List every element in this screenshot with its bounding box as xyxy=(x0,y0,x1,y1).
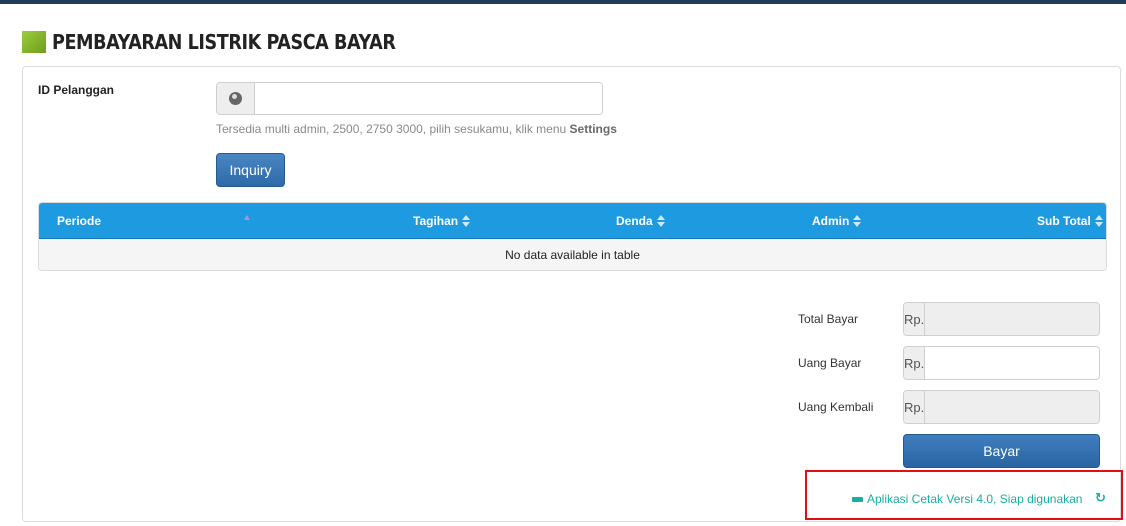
total-bayar-input xyxy=(925,303,1099,335)
settings-link-text: Settings xyxy=(569,122,617,136)
sort-icon xyxy=(853,215,862,227)
print-status-link[interactable]: Aplikasi Cetak Versi 4.0, Siap digunakan xyxy=(852,492,1082,506)
uang-bayar-label: Uang Bayar xyxy=(798,356,862,370)
sort-asc-icon xyxy=(244,215,250,220)
page-title: PEMBAYARAN LISTRIK PASCA BAYAR xyxy=(52,30,396,54)
column-admin-label: Admin xyxy=(812,214,850,228)
column-periode[interactable]: Periode xyxy=(57,203,101,239)
help-text: Tersedia multi admin, 2500, 2750 3000, p… xyxy=(216,122,617,136)
sort-icon xyxy=(656,215,665,227)
help-text-body: Tersedia multi admin, 2500, 2750 3000, p… xyxy=(216,122,570,136)
currency-addon: Rp. xyxy=(904,303,926,335)
currency-addon: Rp. xyxy=(904,391,926,423)
total-bayar-group: Rp. xyxy=(903,302,1100,336)
column-periode-label: Periode xyxy=(57,214,102,228)
uang-bayar-group: Rp. xyxy=(903,346,1100,380)
column-subtotal[interactable]: Sub Total xyxy=(1037,203,1103,239)
column-denda[interactable]: Denda xyxy=(616,203,665,239)
top-bar xyxy=(0,0,1126,4)
inquiry-button[interactable]: Inquiry xyxy=(216,153,285,187)
column-admin[interactable]: Admin xyxy=(812,203,862,239)
id-pelanggan-group xyxy=(216,82,603,115)
sort-icon xyxy=(462,215,471,227)
empty-row: No data available in table xyxy=(39,239,1106,270)
sort-icon xyxy=(1094,215,1103,227)
id-pelanggan-input[interactable] xyxy=(255,83,602,114)
globe-icon xyxy=(229,92,242,105)
table-header: Periode Tagihan Denda Admin Sub Total xyxy=(39,203,1106,239)
uang-bayar-input[interactable] xyxy=(925,347,1099,379)
column-tagihan-label: Tagihan xyxy=(413,214,459,228)
refresh-icon[interactable]: ↻ xyxy=(1095,492,1106,506)
globe-addon xyxy=(217,83,255,114)
uang-kembali-group: Rp. xyxy=(903,390,1100,424)
printer-icon xyxy=(852,494,863,506)
column-denda-label: Denda xyxy=(616,214,653,228)
print-status-text: Aplikasi Cetak Versi 4.0, Siap digunakan xyxy=(867,492,1083,506)
page-header: PEMBAYARAN LISTRIK PASCA BAYAR xyxy=(22,30,442,54)
total-bayar-label: Total Bayar xyxy=(798,312,859,326)
id-pelanggan-label: ID Pelanggan xyxy=(38,83,115,97)
currency-addon: Rp. xyxy=(904,347,926,379)
column-tagihan[interactable]: Tagihan xyxy=(413,203,471,239)
billing-table: Periode Tagihan Denda Admin Sub Total No… xyxy=(38,202,1107,271)
uang-kembali-input xyxy=(925,391,1099,423)
column-subtotal-label: Sub Total xyxy=(1037,214,1091,228)
title-square-icon xyxy=(22,31,46,53)
bayar-button[interactable]: Bayar xyxy=(903,434,1100,468)
uang-kembali-label: Uang Kembali xyxy=(798,400,874,414)
